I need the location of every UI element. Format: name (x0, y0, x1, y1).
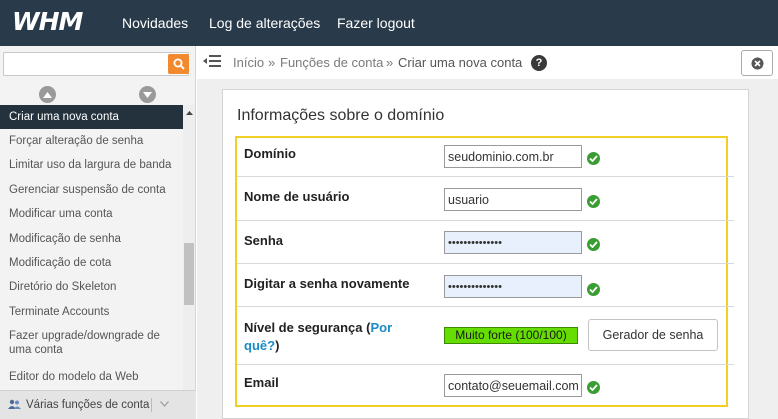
password-label: Senha (244, 233, 284, 248)
chevron-up-icon (43, 91, 52, 98)
section-title: Informações sobre o domínio (237, 107, 445, 124)
scrollbar-thumb[interactable] (184, 243, 194, 305)
username-field[interactable] (444, 188, 582, 211)
help-icon[interactable]: ? (531, 55, 547, 71)
chevron-down-icon (143, 91, 152, 98)
users-icon (8, 399, 21, 413)
footer-divider (151, 398, 152, 412)
sidebar-item-modificacao-cota[interactable]: Modificação de cota (0, 251, 183, 275)
sidebar-item-limitar-banda[interactable]: Limitar uso da largura de banda (0, 153, 183, 177)
sidebar-item-criar-conta[interactable]: Criar uma nova conta (0, 105, 183, 129)
sidebar-item-modificacao-senha[interactable]: Modificação de senha (0, 227, 183, 251)
breadcrumb-inicio[interactable]: Início (233, 55, 264, 70)
password-field[interactable] (444, 231, 582, 254)
nav-changelog[interactable]: Log de alterações (209, 15, 320, 31)
password-confirm-field[interactable] (444, 275, 582, 298)
breadcrumb-current: Criar uma nova conta (398, 55, 523, 70)
breadcrumb: Início » Funções de conta » Criar uma no… (197, 46, 778, 78)
scroll-up-button[interactable] (39, 86, 56, 103)
close-icon (751, 57, 763, 69)
sidebar-item-terminate[interactable]: Terminate Accounts (0, 300, 183, 324)
sidebar-item-upgrade[interactable]: Fazer upgrade/downgrade de uma conta (0, 324, 183, 364)
breadcrumb-separator: » (268, 55, 276, 70)
scroll-down-button[interactable] (139, 86, 156, 103)
password-generator-button[interactable]: Gerador de senha (588, 319, 718, 351)
sidebar-item-editor-modelo[interactable]: Editor do modelo da Web (0, 365, 183, 389)
scrollbar-up-arrow[interactable] (183, 105, 195, 121)
sidebar-search (3, 52, 189, 76)
email-field[interactable] (444, 374, 582, 397)
search-button[interactable] (168, 54, 189, 74)
breadcrumb-funcoes-conta[interactable]: Funções de conta (280, 55, 383, 70)
email-label: Email (244, 375, 279, 390)
sidebar-footer: Várias funções de conta (0, 390, 196, 419)
row-divider (237, 176, 734, 177)
strength-meter: Muito forte (100/100) (444, 327, 578, 344)
sidebar: Criar uma nova conta Forçar alteração de… (0, 46, 196, 419)
row-divider (237, 263, 734, 264)
password-confirm-label: Digitar a senha novamente (244, 276, 410, 291)
domain-field[interactable] (444, 145, 582, 168)
sidebar-item-skeleton[interactable]: Diretório do Skeleton (0, 275, 183, 299)
menu-toggle-icon[interactable] (203, 54, 221, 73)
search-icon (173, 58, 185, 70)
row-divider (237, 306, 734, 307)
strength-label: Nível de segurança (Por quê?) (244, 319, 404, 355)
close-button[interactable] (741, 50, 773, 76)
nav-logout[interactable]: Fazer logout (337, 15, 415, 31)
strength-label-text: Nível de segurança ( (244, 320, 371, 335)
check-icon (587, 238, 600, 251)
username-label: Nome de usuário (244, 189, 350, 204)
nav-novidades[interactable]: Novidades (122, 15, 188, 31)
row-divider (237, 364, 734, 365)
row-divider (237, 220, 734, 221)
chevron-down-icon[interactable] (160, 398, 169, 410)
breadcrumb-separator: » (386, 55, 394, 70)
sidebar-item-forcar-senha[interactable]: Forçar alteração de senha (0, 129, 183, 153)
collapse-row (0, 84, 196, 104)
top-bar: WHM Novidades Log de alterações Fazer lo… (0, 0, 778, 46)
search-input[interactable] (4, 53, 164, 75)
check-icon (587, 152, 600, 165)
sidebar-item-suspensao[interactable]: Gerenciar suspensão de conta (0, 178, 183, 202)
whm-logo[interactable]: WHM (12, 7, 83, 36)
domain-label: Domínio (244, 146, 296, 161)
sidebar-item-modificar-conta[interactable]: Modificar uma conta (0, 202, 183, 226)
sidebar-scrollbar[interactable] (183, 105, 195, 390)
check-icon (587, 381, 600, 394)
check-icon (587, 195, 600, 208)
caret-up-icon (185, 111, 193, 115)
strength-label-end: ) (275, 338, 280, 353)
check-icon (587, 283, 600, 296)
footer-category-label[interactable]: Várias funções de conta (26, 399, 149, 411)
